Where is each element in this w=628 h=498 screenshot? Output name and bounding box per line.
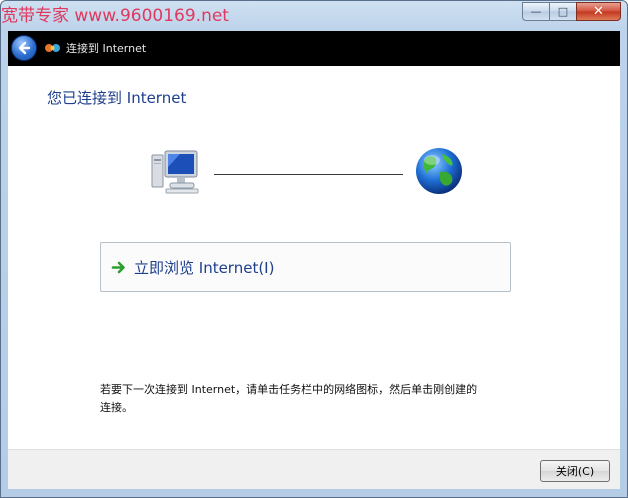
- hint-text: 若要下一次连接到 Internet，请单击任务栏中的网络图标，然后单击刚创建的连…: [100, 383, 478, 414]
- maximize-button[interactable]: □: [549, 2, 576, 21]
- close-button[interactable]: 关闭(C): [540, 460, 610, 482]
- connection-line: [214, 174, 403, 175]
- nav-title: 连接到 Internet: [66, 42, 147, 55]
- minimize-button[interactable]: —: [522, 2, 549, 21]
- caption-buttons: — □ ✕: [522, 2, 621, 21]
- browse-internet-link[interactable]: 立即浏览 Internet(I): [100, 242, 511, 292]
- back-button[interactable]: [11, 35, 37, 61]
- content-area: 您已连接到 Internet 立即浏览 Internet(I) 若要下一次连接到…: [8, 66, 620, 449]
- footer-bar: 关闭(C): [8, 449, 620, 489]
- browse-internet-label: 立即浏览 Internet(I): [134, 258, 275, 277]
- watermark-text: 宽带专家 www.9600169.net: [1, 6, 229, 26]
- network-connection-icon: [45, 44, 60, 52]
- globe-icon: [416, 148, 462, 194]
- close-window-button[interactable]: ✕: [576, 2, 621, 21]
- back-arrow-icon: [18, 41, 31, 55]
- green-arrow-icon: [111, 261, 125, 273]
- computer-icon: [151, 150, 199, 194]
- navigation-bar: 连接到 Internet: [8, 31, 620, 66]
- page-title: 您已连接到 Internet: [47, 89, 187, 107]
- title-bar[interactable]: 宽带专家 www.9600169.net — □ ✕: [1, 1, 627, 31]
- wizard-window: 宽带专家 www.9600169.net — □ ✕ 连接到 Internet …: [0, 0, 628, 498]
